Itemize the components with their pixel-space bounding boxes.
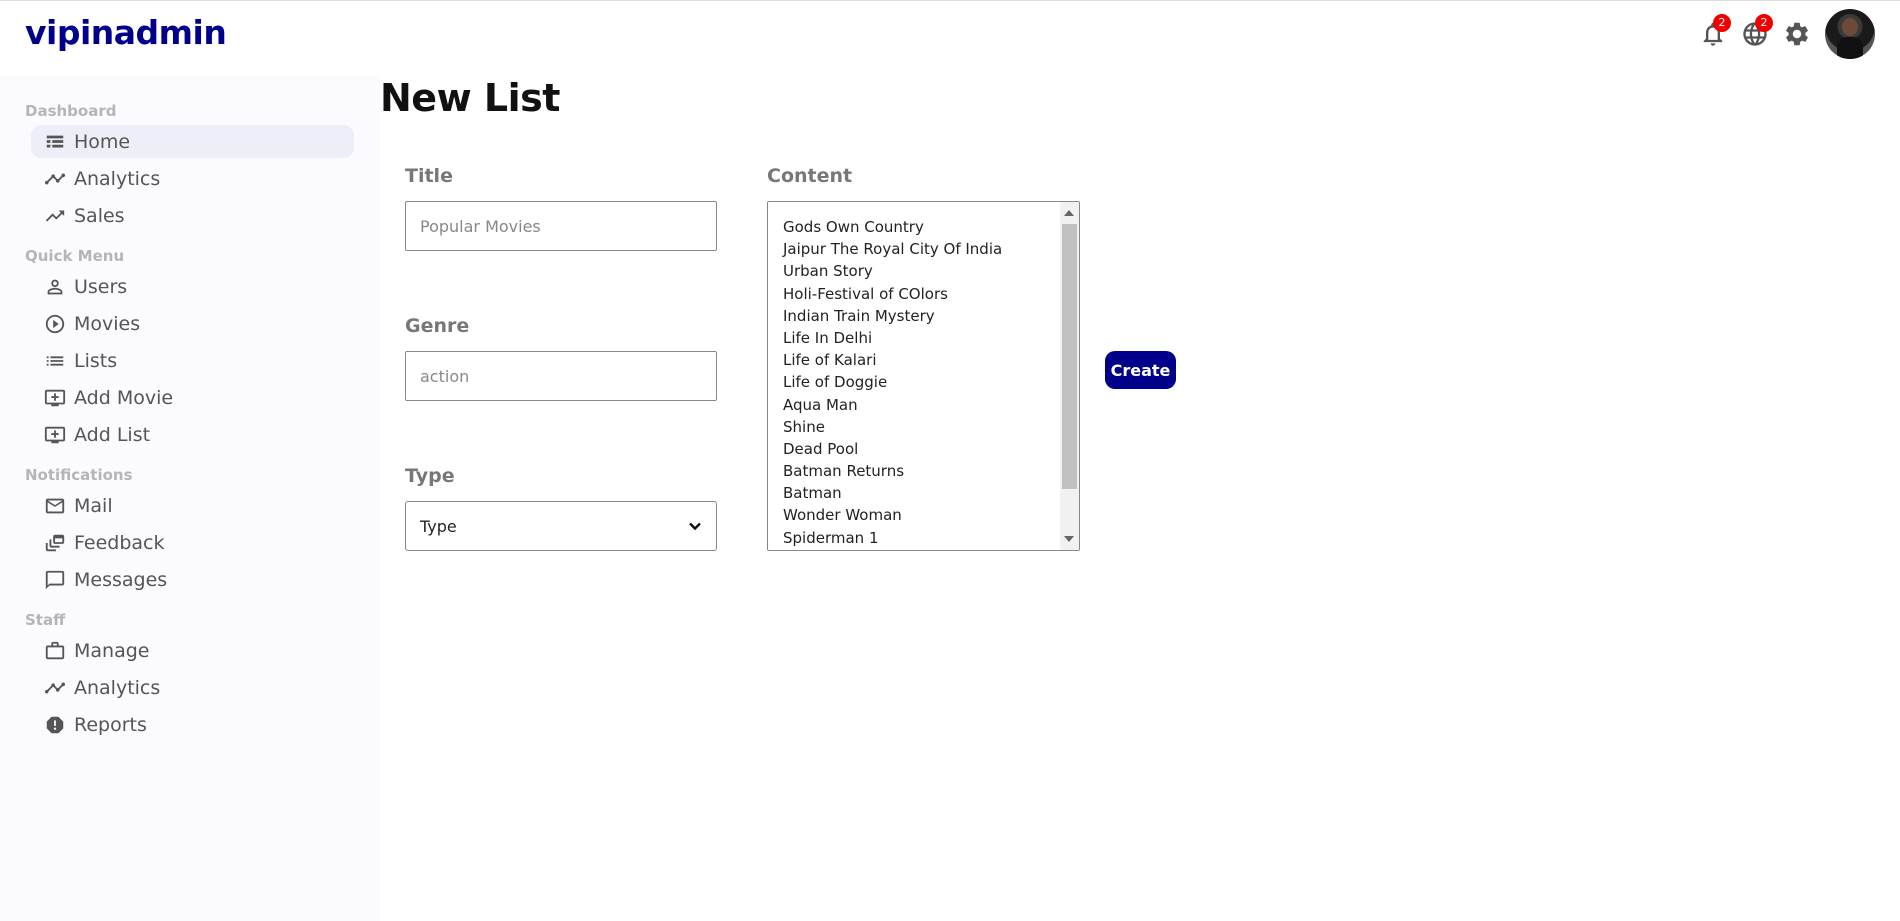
language-button[interactable]: 2	[1739, 14, 1773, 50]
title-input[interactable]	[405, 201, 717, 251]
user-icon	[47, 279, 63, 294]
sidebar-item-analytics[interactable]: Analytics	[31, 671, 354, 704]
home-icon	[46, 135, 64, 147]
trending-up-icon	[45, 210, 65, 221]
sidebar-item-messages[interactable]: Messages	[31, 563, 354, 596]
sidebar-item-feedback[interactable]: Feedback	[31, 526, 354, 559]
sidebar-item-movies[interactable]: Movies	[31, 307, 354, 340]
sidebar-item-label: Lists	[74, 349, 118, 372]
sidebar-item-label: Analytics	[74, 676, 161, 699]
app-logo[interactable]: vipinadmin	[25, 13, 227, 52]
sidebar-item-label: Movies	[74, 312, 141, 335]
dynamic-feed-icon	[45, 534, 65, 551]
type-label: Type	[405, 465, 455, 487]
title-label: Title	[405, 165, 453, 187]
content-option[interactable]: Aqua Man	[783, 394, 1002, 416]
sidebar-item-label: Add List	[74, 423, 151, 446]
content-multiselect[interactable]: Gods Own Country Jaipur The Royal City Of…	[767, 201, 1080, 551]
sidebar-item-home[interactable]: Home	[31, 125, 354, 158]
work-icon	[45, 641, 65, 659]
sidebar: Dashboard Home Analytics Sales Quick Menu Use…	[0, 76, 380, 921]
content-option[interactable]: Life of Kalari	[783, 349, 1002, 371]
genre-input[interactable]	[405, 351, 717, 401]
sidebar-section-title: Staff	[25, 611, 66, 629]
scroll-down-arrow-icon[interactable]	[1064, 536, 1074, 542]
content-option[interactable]: Life In Delhi	[783, 327, 1002, 349]
chat-bubble-icon	[45, 570, 65, 589]
content-option[interactable]: Batman	[783, 482, 1002, 504]
sidebar-section-notifications: Notifications Mail Feedback Messages	[25, 465, 380, 596]
content-options: Gods Own Country Jaipur The Royal City Of…	[783, 216, 1002, 549]
page-title: New List	[380, 76, 560, 120]
sidebar-item-label: Home	[74, 130, 131, 153]
sidebar-item-mail[interactable]: Mail	[31, 489, 354, 522]
sidebar-item-add-movie[interactable]: Add Movie	[31, 381, 354, 414]
timeline-icon	[44, 682, 66, 693]
content-option[interactable]: Shine	[783, 416, 1002, 438]
scroll-up-arrow-icon[interactable]	[1064, 210, 1074, 216]
content-option[interactable]: Indian Train Mystery	[783, 305, 1002, 327]
genre-label: Genre	[405, 315, 470, 337]
content-option[interactable]: Holi-Festival of COlors	[783, 283, 1002, 305]
content-option[interactable]: Jaipur The Royal City Of India	[783, 238, 1002, 260]
type-select[interactable]: Type	[405, 501, 717, 551]
report-icon	[46, 716, 64, 733]
content-option[interactable]: Spiderman 1	[783, 527, 1002, 549]
sidebar-item-label: Manage	[74, 639, 150, 662]
sidebar-item-add-list[interactable]: Add List	[31, 418, 354, 451]
scroll-thumb[interactable]	[1062, 224, 1077, 489]
sidebar-item-label: Reports	[74, 713, 147, 736]
content-scrollbar[interactable]	[1060, 202, 1079, 550]
play-circle-icon	[45, 314, 65, 333]
notifications-button[interactable]: 2	[1697, 14, 1731, 50]
mail-icon	[45, 498, 65, 513]
notifications-badge: 2	[1713, 14, 1731, 32]
sidebar-item-label: Users	[74, 275, 128, 298]
sidebar-section-title: Notifications	[25, 466, 133, 484]
content-option[interactable]: Dead Pool	[783, 438, 1002, 460]
content-option[interactable]: Life of Doggie	[783, 371, 1002, 393]
sidebar-section-quick-menu: Quick Menu Users Movies Lists Add Movie Add L…	[25, 246, 380, 451]
sidebar-item-label: Sales	[74, 204, 125, 227]
sidebar-item-label: Mail	[74, 494, 113, 517]
list-icon	[46, 355, 64, 366]
sidebar-section-title: Dashboard	[25, 102, 117, 120]
add-to-queue-icon	[44, 426, 66, 443]
avatar[interactable]	[1825, 9, 1875, 59]
content-option[interactable]: Batman Returns	[783, 460, 1002, 482]
sidebar-item-lists[interactable]: Lists	[31, 344, 354, 377]
sidebar-item-label: Analytics	[74, 167, 161, 190]
timeline-icon	[44, 173, 66, 184]
create-button[interactable]: Create	[1105, 351, 1176, 389]
sidebar-item-users[interactable]: Users	[31, 270, 354, 303]
sidebar-item-reports[interactable]: Reports	[31, 708, 354, 741]
gear-icon	[1786, 22, 1808, 46]
content-option[interactable]: Gods Own Country	[783, 216, 1002, 238]
content-option[interactable]: Urban Story	[783, 260, 1002, 282]
sidebar-item-label: Feedback	[74, 531, 165, 554]
add-to-queue-icon	[44, 389, 66, 406]
type-select-value: Type	[420, 516, 457, 536]
sidebar-section-dashboard: Dashboard Home Analytics Sales	[25, 101, 380, 232]
sidebar-item-manage[interactable]: Manage	[31, 634, 354, 667]
chevron-down-icon	[689, 522, 701, 531]
sidebar-item-label: Messages	[74, 568, 168, 591]
sidebar-item-label: Add Movie	[74, 386, 174, 409]
content-option[interactable]: Wonder Woman	[783, 504, 1002, 526]
sidebar-section-staff: Staff Manage Analytics Reports	[25, 610, 380, 741]
sidebar-item-sales[interactable]: Sales	[31, 199, 354, 232]
sidebar-item-analytics[interactable]: Analytics	[31, 162, 354, 195]
content-label: Content	[767, 165, 853, 187]
topbar-actions: 2 2	[1697, 9, 1875, 59]
topbar: vipinadmin 2 2	[0, 0, 1900, 66]
language-badge: 2	[1755, 14, 1773, 32]
settings-button[interactable]	[1781, 18, 1813, 50]
sidebar-section-title: Quick Menu	[25, 247, 125, 265]
